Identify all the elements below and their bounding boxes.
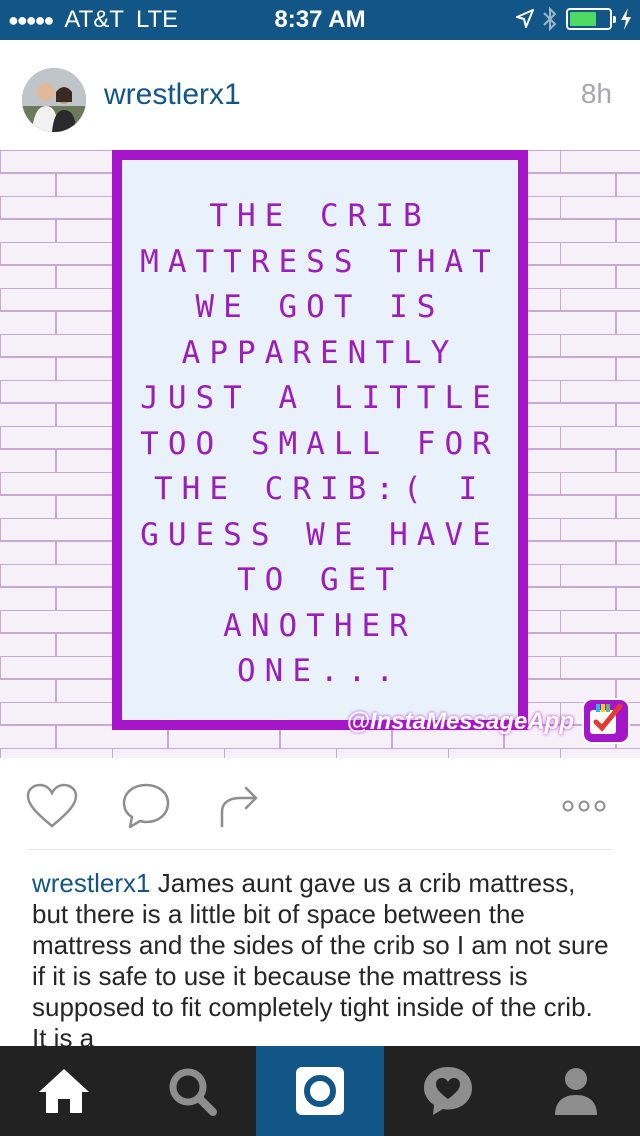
post-image[interactable]: THE CRIB MATTRESS THAT WE GOT IS APPAREN… bbox=[0, 150, 640, 758]
message-line: ANOTHER bbox=[223, 607, 417, 644]
heart-icon[interactable] bbox=[24, 778, 80, 834]
message-line: APPARENTLY bbox=[181, 334, 459, 371]
tab-search[interactable] bbox=[128, 1046, 256, 1136]
share-icon[interactable] bbox=[210, 778, 266, 834]
comment-icon[interactable] bbox=[118, 778, 174, 834]
message-frame: THE CRIB MATTRESS THAT WE GOT IS APPAREN… bbox=[112, 150, 528, 730]
battery-icon bbox=[566, 8, 616, 30]
search-icon bbox=[169, 1068, 217, 1116]
charging-icon bbox=[621, 8, 631, 30]
tab-activity[interactable] bbox=[384, 1046, 512, 1136]
post-timestamp: 8h bbox=[580, 78, 612, 109]
message-line: THE CRIB:( I bbox=[154, 471, 486, 507]
tab-camera[interactable] bbox=[256, 1046, 384, 1136]
message-line: THE CRIB bbox=[209, 198, 431, 234]
post-caption: wrestlerx1 James aunt gave us a crib mat… bbox=[32, 868, 612, 1054]
message-line: JUST A LITTLE bbox=[140, 380, 500, 416]
tab-bar bbox=[0, 1046, 640, 1136]
post-header: wrestlerx1 8h bbox=[0, 40, 640, 150]
status-bar: ●●●●● AT&T LTE 8:37 AM bbox=[0, 0, 640, 40]
post-username[interactable]: wrestlerx1 bbox=[104, 78, 241, 112]
home-icon bbox=[39, 1069, 89, 1113]
more-icon[interactable] bbox=[556, 778, 612, 834]
message-line: GUESS WE HAVE bbox=[140, 516, 500, 553]
app-logo-icon bbox=[582, 698, 630, 744]
profile-icon bbox=[555, 1068, 597, 1115]
bluetooth-icon bbox=[543, 6, 557, 32]
tab-profile[interactable] bbox=[512, 1046, 640, 1136]
message-line: TO GET bbox=[237, 562, 403, 598]
caption-username[interactable]: wrestlerx1 bbox=[32, 868, 150, 898]
post-actions bbox=[0, 758, 640, 850]
divider bbox=[28, 849, 612, 850]
message-line: MATTRESS THAT bbox=[140, 243, 500, 280]
camera-icon bbox=[296, 1067, 344, 1115]
message-line: ONE... bbox=[237, 653, 403, 689]
activity-icon bbox=[424, 1067, 472, 1115]
location-icon bbox=[516, 9, 534, 28]
message-board: THE CRIB MATTRESS THAT WE GOT IS APPAREN… bbox=[122, 160, 518, 720]
tab-home[interactable] bbox=[0, 1046, 128, 1136]
message-line: TOO SMALL FOR bbox=[140, 425, 500, 462]
app-watermark: @InstaMessageApp bbox=[346, 708, 574, 735]
message-line: WE GOT IS bbox=[195, 289, 445, 325]
avatar[interactable] bbox=[22, 68, 86, 132]
